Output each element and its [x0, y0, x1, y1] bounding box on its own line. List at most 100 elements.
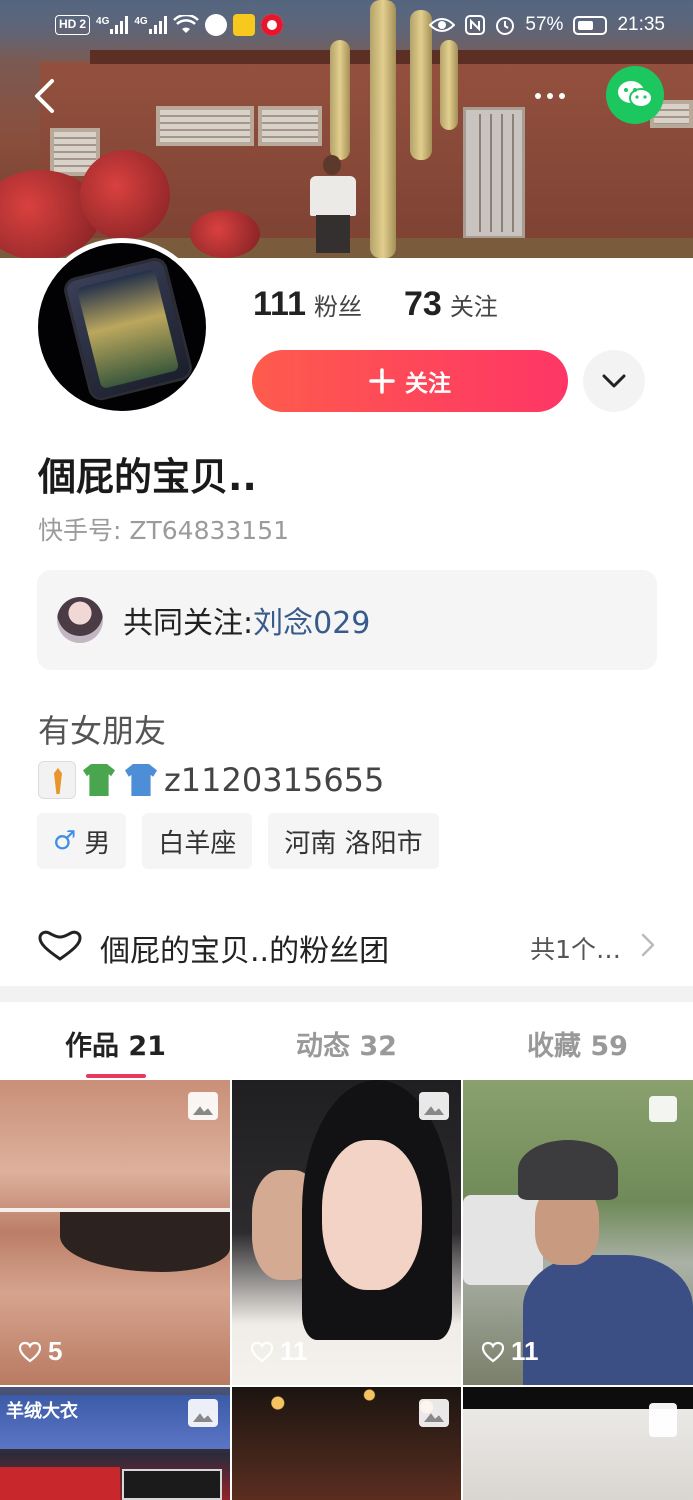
- following-label: 关注: [449, 293, 498, 321]
- necktie-shirt-icon: [38, 761, 76, 799]
- profile-stats: 111 粉丝 73 关注: [253, 285, 498, 324]
- follow-button-label: 关注: [405, 371, 451, 397]
- cover-person-legs: [316, 215, 350, 253]
- like-count-value: 11: [511, 1336, 539, 1366]
- signal-icon-2: 4G: [134, 16, 167, 34]
- photo-subject: [523, 1255, 693, 1385]
- male-icon: ♂: [53, 826, 77, 856]
- followers-stat[interactable]: 111 粉丝: [253, 285, 362, 324]
- mutual-follow-card[interactable]: 共同关注: 刘念029: [37, 570, 657, 670]
- following-stat[interactable]: 73 关注: [404, 285, 498, 324]
- like-count: 11: [250, 1336, 308, 1367]
- browser-icon: [204, 14, 227, 36]
- photo-background: [463, 1195, 543, 1285]
- video-type-icon: [649, 1096, 677, 1122]
- photo-subject: [322, 1140, 422, 1290]
- image-type-icon: [188, 1092, 218, 1120]
- bio-contact-text: z1120315655: [164, 761, 385, 799]
- nfc-icon: [465, 15, 486, 35]
- chevron-right-icon: [641, 933, 655, 957]
- status-left: HD 2 4G 4G: [55, 14, 283, 36]
- followers-count: 111: [253, 285, 306, 323]
- more-dots-icon: [535, 93, 541, 99]
- work-item[interactable]: 羊绒大衣: [0, 1387, 230, 1500]
- status-bar: HD 2 4G 4G 57% 21:35: [0, 0, 693, 54]
- like-count-value: 5: [48, 1336, 63, 1366]
- eye-icon: [429, 18, 456, 32]
- heart-icon: [481, 1341, 505, 1362]
- weibo-icon: [260, 14, 283, 36]
- cover-door: [463, 107, 525, 239]
- work-item[interactable]: 11: [232, 1080, 461, 1385]
- cover-window: [258, 106, 322, 146]
- wechat-icon: [618, 81, 653, 108]
- image-type-icon: [419, 1092, 449, 1120]
- shirt-icon: [122, 761, 160, 799]
- wechat-share-button[interactable]: [606, 66, 664, 124]
- recommend-dropdown-button[interactable]: [583, 350, 645, 412]
- work-item[interactable]: 11: [463, 1080, 693, 1385]
- fan-club-row[interactable]: 個屁的宝贝..的粉丝团 共1个…: [0, 906, 693, 986]
- profile-avatar[interactable]: [33, 238, 211, 416]
- works-grid: 5 11 11 羊绒大衣: [0, 1080, 693, 1500]
- chevron-down-icon: [602, 374, 626, 388]
- alarm-icon: [496, 17, 515, 35]
- news-app-icon: [232, 14, 255, 36]
- tab-favorites[interactable]: 收藏 59: [462, 1002, 693, 1080]
- like-count: 5: [18, 1336, 62, 1367]
- plus-icon: [369, 368, 395, 394]
- back-button[interactable]: [18, 70, 70, 122]
- heart-outline-icon: [38, 930, 82, 961]
- avatar-image: [38, 243, 206, 411]
- like-count-value: 11: [280, 1336, 308, 1366]
- status-right: 57% 21:35: [429, 14, 665, 36]
- profile-name: 個屁的宝贝..: [38, 455, 257, 499]
- photo-subject: [518, 1140, 618, 1200]
- image-type-icon: [188, 1399, 218, 1427]
- bio-line-2: z1120315655: [38, 758, 384, 802]
- chevron-left-icon: [35, 79, 54, 113]
- clock: 21:35: [617, 14, 665, 35]
- signal-icon: 4G: [96, 16, 129, 34]
- fan-club-count: 共1个…: [530, 935, 621, 964]
- avatar-phone-photo: [64, 258, 192, 400]
- fan-club-title: 個屁的宝贝..的粉丝团: [100, 934, 390, 969]
- zodiac-label: 白羊座: [158, 828, 237, 859]
- wifi-icon: [172, 15, 199, 33]
- mutual-user-name[interactable]: 刘念029: [253, 598, 370, 642]
- image-type-icon: [419, 1399, 449, 1427]
- cover-bush: [190, 210, 260, 258]
- cover-bush: [80, 150, 170, 240]
- work-item[interactable]: [232, 1387, 461, 1500]
- tab-moments[interactable]: 动态 32: [231, 1002, 462, 1080]
- content-tabs: 作品 21 动态 32 收藏 59: [0, 1002, 693, 1080]
- gender-tag: ♂ 男: [37, 813, 127, 869]
- video-type-icon: [649, 1403, 677, 1437]
- location-tag: 河南 洛阳市: [268, 813, 439, 869]
- photo-sign-text: 羊绒大衣: [6, 1401, 78, 1422]
- battery-icon: [573, 15, 608, 35]
- mutual-follow-label: 共同关注:: [123, 606, 254, 641]
- cover-cactus: [330, 40, 350, 160]
- follow-button[interactable]: 关注: [252, 350, 568, 412]
- work-item[interactable]: [463, 1387, 693, 1500]
- photo-shop-sign: [122, 1469, 222, 1500]
- cover-person-shirt: [310, 176, 356, 216]
- cover-person: [323, 155, 341, 175]
- cover-window: [156, 106, 254, 146]
- like-count: 11: [481, 1336, 539, 1367]
- location-label: 河南 洛阳市: [284, 828, 423, 859]
- photo-shop-sign: [0, 1467, 120, 1500]
- kuaishou-id[interactable]: 快手号: ZT64833151: [38, 511, 289, 547]
- followers-label: 粉丝: [313, 293, 362, 321]
- gender-label: 男: [84, 828, 111, 859]
- tab-works[interactable]: 作品 21: [0, 1002, 231, 1080]
- hd-indicator: HD 2: [55, 15, 91, 35]
- following-count: 73: [403, 285, 442, 323]
- tshirt-icon: [80, 761, 118, 799]
- more-dot: [559, 93, 565, 99]
- work-item[interactable]: 5: [0, 1080, 230, 1385]
- zodiac-tag: 白羊座: [142, 813, 253, 869]
- more-options-button[interactable]: [522, 74, 578, 118]
- battery-percent: 57%: [525, 14, 564, 35]
